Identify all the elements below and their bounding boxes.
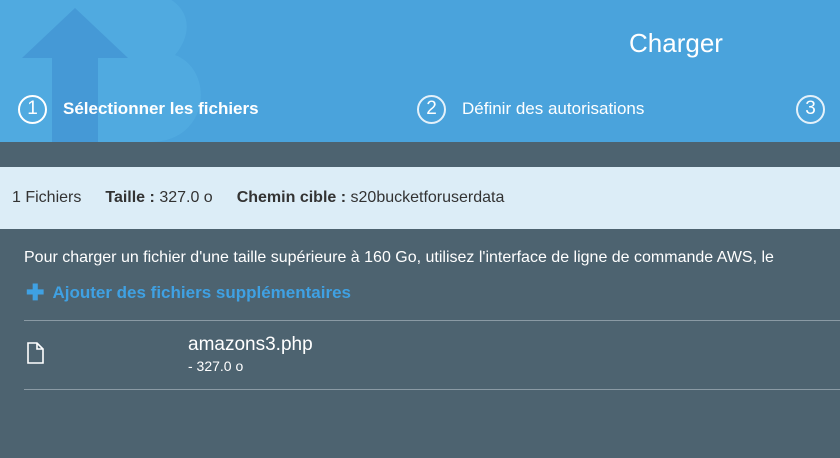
file-name: amazons3.php <box>188 334 313 355</box>
divider <box>24 389 840 390</box>
path-value: s20bucketforuserdata <box>350 189 505 206</box>
path-label: Chemin cible : <box>236 189 347 206</box>
file-icon <box>27 342 44 364</box>
add-files-label: Ajouter des fichiers supplémentaires <box>52 283 351 302</box>
size-limit-notice: Pour charger un fichier d'une taille sup… <box>24 249 774 266</box>
page-title: Charger <box>629 28 723 58</box>
step-number: 3 <box>796 94 825 124</box>
step-number: 1 <box>18 94 47 124</box>
file-size: - 327.0 o <box>188 358 244 374</box>
step-label: Sélectionner les fichiers <box>63 99 259 118</box>
size-value: 327.0 o <box>159 189 213 206</box>
upload-header: Charger 1 Sélectionner les fichiers 2 Dé… <box>0 0 840 142</box>
divider <box>24 320 840 321</box>
step-set-permissions[interactable]: 2 Définir des autorisations <box>417 94 644 124</box>
upload-summary-bar: 1 Fichiers Taille : 327.0 o Chemin cible… <box>0 167 840 229</box>
file-count: 1 Fichiers <box>12 189 82 206</box>
step-3[interactable]: 3 <box>796 94 825 124</box>
plus-icon: ✚ <box>26 280 45 305</box>
total-size: Taille : 327.0 o <box>105 189 212 207</box>
target-path: Chemin cible : s20bucketforuserdata <box>237 189 505 207</box>
size-label: Taille : <box>105 189 155 206</box>
step-label: Définir des autorisations <box>462 99 645 118</box>
step-number: 2 <box>417 94 446 124</box>
add-more-files-link[interactable]: ✚ Ajouter des fichiers supplémentaires <box>26 280 351 305</box>
step-select-files[interactable]: 1 Sélectionner les fichiers <box>18 94 259 124</box>
